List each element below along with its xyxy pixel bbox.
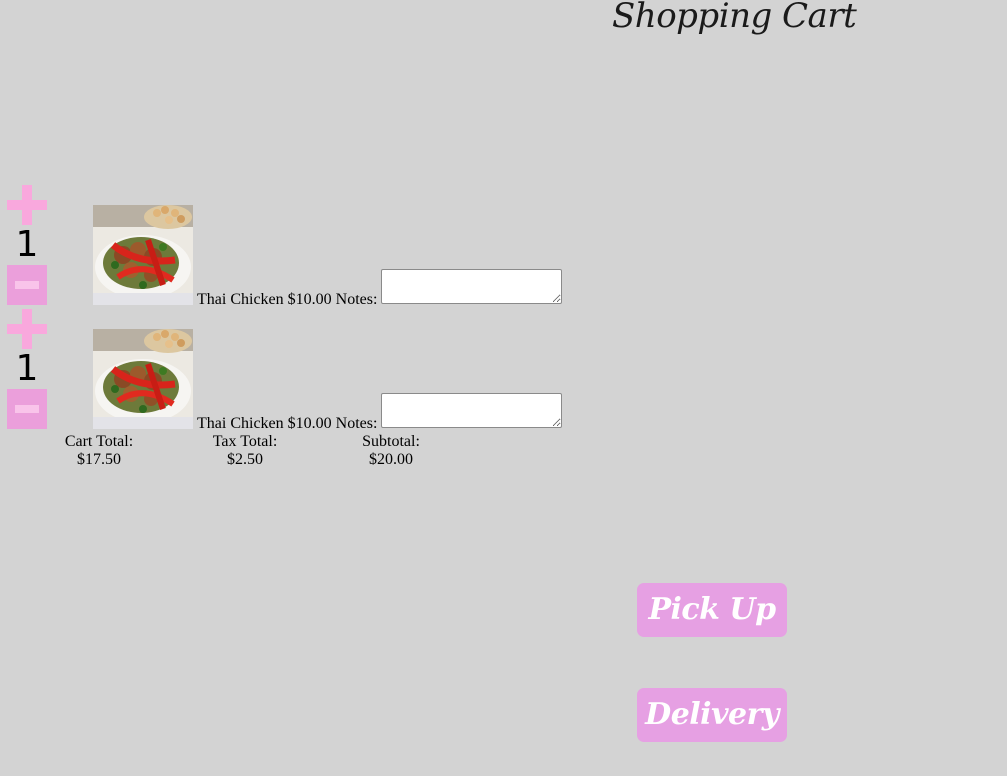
tax-total: Tax Total: $2.50 <box>175 433 315 469</box>
food-photo-icon <box>93 329 193 429</box>
tax-total-label: Tax Total: <box>212 433 278 450</box>
increase-quantity-button[interactable] <box>7 309 47 349</box>
pick-up-button[interactable]: Pick Up <box>637 583 787 637</box>
delivery-button[interactable]: Delivery <box>637 688 787 742</box>
cart-total-label: Cart Total: <box>64 433 134 450</box>
subtotal: Subtotal: $20.00 <box>321 433 461 469</box>
decrease-quantity-button[interactable] <box>7 389 47 429</box>
cart-item: 1 Thai Chicken $10.00 Notes: <box>0 183 600 308</box>
tax-total-value: $2.50 <box>227 451 263 468</box>
notes-field[interactable] <box>381 269 562 304</box>
page-title: Shopping Cart <box>612 0 857 36</box>
subtotal-value: $20.00 <box>369 451 413 468</box>
quantity-value: 1 <box>15 348 39 389</box>
item-description: Thai Chicken $10.00 Notes: <box>197 415 378 432</box>
increase-quantity-button[interactable] <box>7 185 47 225</box>
thai-chicken-image <box>93 205 193 305</box>
quantity-value: 1 <box>15 224 39 265</box>
food-photo-icon <box>93 205 193 305</box>
decrease-quantity-button[interactable] <box>7 265 47 305</box>
notes-field[interactable] <box>381 393 562 428</box>
thai-chicken-image <box>93 329 193 429</box>
cart-total-value: $17.50 <box>77 451 121 468</box>
cart-item: 1 Thai Chicken $10.00 Notes: <box>0 307 600 432</box>
cart-total: Cart Total: $17.50 <box>29 433 169 469</box>
subtotal-label: Subtotal: <box>362 433 420 450</box>
